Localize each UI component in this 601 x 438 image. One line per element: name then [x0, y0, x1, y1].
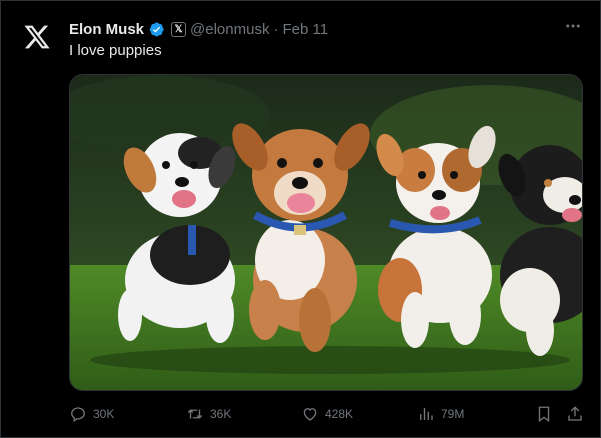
views-chart-icon: [420, 408, 433, 420]
puppies-photo: [70, 75, 582, 390]
verified-badge-icon: [149, 22, 164, 36]
separator-dot: ·: [273, 20, 279, 38]
tweet-text: I love puppies: [69, 42, 162, 59]
reply-button[interactable]: 30K: [69, 403, 114, 425]
more-options-icon: [566, 24, 580, 28]
views-button[interactable]: 79M: [417, 403, 464, 425]
author-handle[interactable]: @elonmusk: [190, 21, 269, 38]
like-button[interactable]: 428K: [301, 403, 353, 425]
tweet-card[interactable]: Elon Musk 𝕏 @elonmusk · Feb 11 I love pu…: [0, 0, 601, 438]
affiliation-badge[interactable]: 𝕏: [171, 21, 187, 37]
tweet-image[interactable]: [69, 74, 583, 391]
avatar[interactable]: [23, 23, 51, 51]
post-date[interactable]: Feb 11: [282, 21, 328, 38]
share-icon: [568, 406, 582, 421]
heart-icon: [303, 408, 317, 421]
share-button[interactable]: [566, 403, 584, 425]
retweet-button[interactable]: 36K: [186, 403, 231, 425]
author-name[interactable]: Elon Musk: [69, 21, 144, 38]
bookmark-button[interactable]: [535, 403, 553, 425]
views-count: 79M: [441, 407, 465, 421]
retweet-count: 36K: [210, 407, 232, 421]
reply-count: 30K: [93, 407, 115, 421]
retweet-icon: [187, 409, 203, 419]
like-count: 428K: [325, 407, 354, 421]
reply-icon: [71, 407, 85, 423]
tweet-actions: 30K 36K 428K 79M: [69, 403, 583, 425]
tweet-header: Elon Musk 𝕏 @elonmusk · Feb 11: [69, 18, 328, 40]
more-options-button[interactable]: [564, 17, 582, 35]
bookmark-icon: [538, 406, 550, 423]
x-logo-icon: [24, 25, 50, 49]
